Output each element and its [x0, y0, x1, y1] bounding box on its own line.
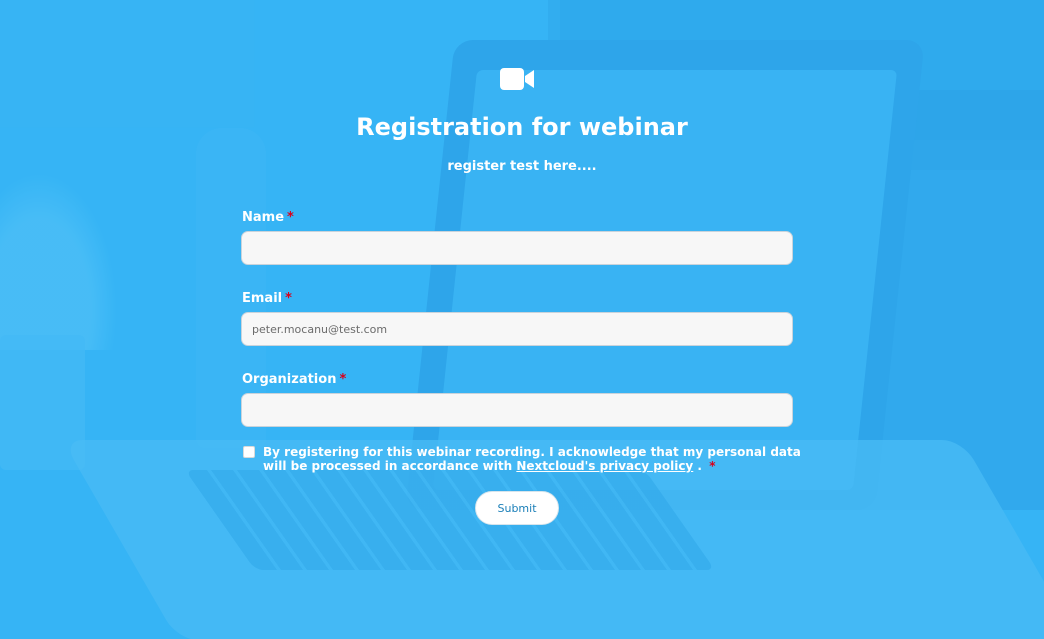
email-input[interactable]	[241, 312, 793, 346]
name-input[interactable]	[241, 231, 793, 265]
organization-input[interactable]	[241, 393, 793, 427]
privacy-policy-link[interactable]: Nextcloud's privacy policy	[516, 459, 693, 473]
submit-button[interactable]: Submit	[475, 491, 559, 525]
email-required-mark: *	[285, 291, 292, 306]
name-label: Name *	[242, 210, 294, 225]
organization-label: Organization *	[242, 372, 346, 387]
organization-label-text: Organization	[242, 372, 337, 387]
video-camera-icon	[500, 68, 534, 90]
name-label-text: Name	[242, 210, 285, 225]
email-label-text: Email	[242, 291, 283, 306]
registration-form: Registration for webinar register test h…	[0, 0, 1044, 639]
consent-text-after: .	[693, 459, 702, 473]
name-required-mark: *	[287, 210, 294, 225]
email-label: Email *	[242, 291, 292, 306]
page-subtitle: register test here....	[447, 159, 597, 174]
consent-required-mark: *	[709, 459, 716, 473]
organization-required-mark: *	[339, 372, 347, 387]
consent-text: By registering for this webinar recordin…	[263, 445, 803, 473]
consent-checkbox[interactable]	[243, 446, 255, 458]
page-title: Registration for webinar	[356, 113, 688, 141]
